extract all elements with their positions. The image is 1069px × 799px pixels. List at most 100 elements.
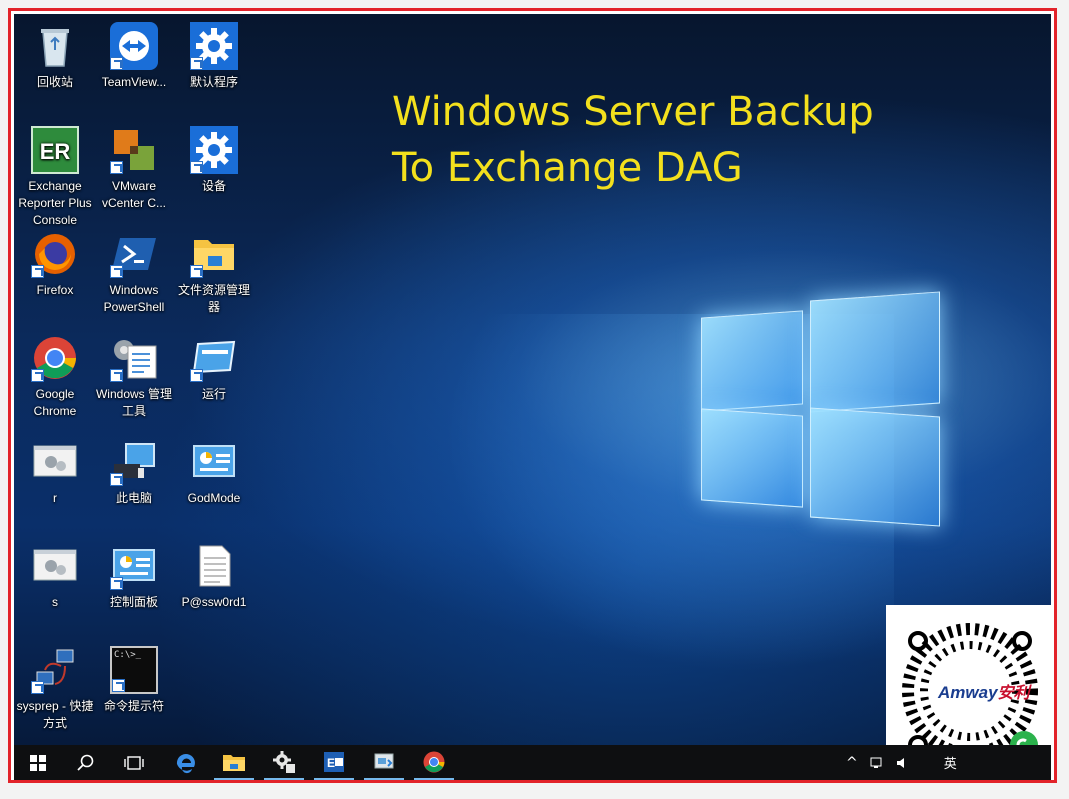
desktop-icon-default-programs[interactable]: 默认程序 bbox=[174, 22, 254, 91]
desktop-icon-sysprep[interactable]: sysprep - 快捷方式 bbox=[15, 646, 95, 732]
desktop-icon-label: P@ssw0rd1 bbox=[181, 595, 247, 609]
shortcut-arrow-icon bbox=[110, 265, 123, 278]
desktop-icon-label: 回收站 bbox=[36, 75, 73, 89]
wallpaper-logo-pane-tl bbox=[701, 310, 803, 412]
search-button[interactable] bbox=[66, 745, 106, 780]
chrome-icon bbox=[31, 334, 79, 382]
desktop-icon-label: Exchange Reporter Plus Console bbox=[18, 179, 92, 227]
backup-icon bbox=[374, 753, 394, 768]
powershell-icon bbox=[110, 230, 158, 278]
desktop-icon-label: VMware vCenter C... bbox=[101, 179, 167, 210]
show-hidden-icons-chevron-up-icon[interactable]: ^ bbox=[840, 755, 864, 771]
screenshot-frame: Windows Server Backup To Exchange DAG 回收… bbox=[8, 8, 1057, 783]
desktop-icon-label: r bbox=[53, 491, 57, 505]
taskbar-server-manager[interactable] bbox=[264, 745, 304, 780]
shortcut-arrow-icon bbox=[110, 369, 123, 382]
desktop-icon-godmode[interactable]: GodMode bbox=[174, 438, 254, 507]
desktop[interactable]: Windows Server Backup To Exchange DAG 回收… bbox=[14, 14, 1051, 745]
amway-logo: Amway安利 bbox=[938, 679, 1030, 703]
task-view-icon bbox=[124, 755, 144, 770]
desktop-icon-label: 命令提示符 bbox=[103, 699, 164, 713]
desktop-icon-run[interactable]: 运行 bbox=[174, 334, 254, 403]
windows-start-icon bbox=[30, 754, 46, 771]
desktop-icon-command-prompt[interactable]: C:\>_ 命令提示符 bbox=[94, 646, 174, 715]
computer-icon bbox=[110, 438, 158, 486]
desktop-icon-windows-admin-tools[interactable]: Windows 管理工具 bbox=[94, 334, 174, 420]
teamviewer-icon bbox=[110, 22, 158, 70]
desktop-icon-windows-powershell[interactable]: Windows PowerShell bbox=[94, 230, 174, 316]
desktop-icon-label: Google Chrome bbox=[33, 387, 77, 418]
firefox-icon bbox=[31, 230, 79, 278]
gear-icon bbox=[190, 126, 238, 174]
server-manager-icon bbox=[273, 750, 295, 773]
vmware-icon bbox=[110, 126, 158, 174]
desktop-icon-this-pc[interactable]: 此电脑 bbox=[94, 438, 174, 507]
search-icon bbox=[77, 754, 94, 771]
title-line-1: Windows Server Backup bbox=[392, 89, 874, 135]
desktop-icon-devices[interactable]: 设备 bbox=[174, 126, 254, 195]
folder-icon bbox=[190, 230, 238, 278]
exchange-reporter-icon: ER bbox=[31, 126, 79, 174]
desktop-icon-file-explorer[interactable]: 文件资源管理器 bbox=[174, 230, 254, 316]
taskbar-exchange-shell[interactable]: E bbox=[314, 745, 354, 780]
batch-file-icon bbox=[31, 542, 79, 590]
desktop-icon-label: Firefox bbox=[36, 283, 74, 297]
control-panel-icon bbox=[190, 438, 238, 486]
shortcut-arrow-icon bbox=[190, 161, 203, 174]
amway-logo-text: Amway bbox=[938, 683, 998, 702]
desktop-icon-vmware-vcenter[interactable]: VMware vCenter C... bbox=[94, 126, 174, 212]
desktop-icon-label: sysprep - 快捷方式 bbox=[16, 699, 94, 730]
network-icon[interactable] bbox=[870, 756, 886, 770]
file-explorer-icon bbox=[223, 754, 245, 771]
chrome-icon bbox=[423, 751, 445, 772]
shortcut-arrow-icon bbox=[190, 265, 203, 278]
desktop-icon-label: s bbox=[52, 595, 58, 609]
desktop-icon-label: 此电脑 bbox=[115, 491, 152, 505]
taskbar: E ^ 英 bbox=[14, 745, 1051, 780]
shortcut-arrow-icon bbox=[31, 681, 44, 694]
taskbar-edge[interactable] bbox=[166, 745, 206, 780]
input-method-indicator[interactable]: 英 bbox=[944, 753, 957, 772]
task-view-button[interactable] bbox=[114, 745, 154, 780]
desktop-icon-label: 控制面板 bbox=[109, 595, 158, 609]
volume-icon[interactable] bbox=[896, 756, 910, 770]
wallpaper-logo-pane-br bbox=[810, 407, 940, 527]
shortcut-arrow-icon bbox=[110, 577, 123, 590]
edge-icon bbox=[176, 753, 195, 773]
desktop-icon-firefox[interactable]: Firefox bbox=[15, 230, 95, 299]
desktop-icon-control-panel[interactable]: 控制面板 bbox=[94, 542, 174, 611]
desktop-icon-label: TeamView... bbox=[101, 75, 167, 89]
desktop-icon-label: GodMode bbox=[187, 491, 241, 505]
batch-file-icon bbox=[31, 438, 79, 486]
desktop-icon-recycle-bin[interactable]: 回收站 bbox=[15, 22, 95, 91]
taskbar-backup[interactable] bbox=[364, 745, 404, 780]
shortcut-arrow-icon bbox=[31, 265, 44, 278]
desktop-icon-label: 默认程序 bbox=[189, 75, 238, 89]
desktop-icon-label: 运行 bbox=[201, 387, 226, 401]
start-button[interactable] bbox=[18, 745, 58, 780]
desktop-icon-teamviewer[interactable]: TeamView... bbox=[94, 22, 174, 91]
system-tray: ^ 英 bbox=[840, 745, 957, 780]
title-line-2: To Exchange DAG bbox=[392, 145, 743, 191]
qr-pattern bbox=[902, 623, 1038, 745]
shortcut-arrow-icon bbox=[110, 161, 123, 174]
cmd-glyph-text: C:\>_ bbox=[114, 650, 142, 660]
amway-logo-cn: 安利 bbox=[997, 685, 1030, 702]
wallpaper-logo-pane-bl bbox=[701, 408, 803, 508]
taskbar-file-explorer[interactable] bbox=[214, 745, 254, 780]
taskbar-chrome[interactable] bbox=[414, 745, 454, 780]
admin-tools-icon bbox=[110, 334, 158, 382]
shortcut-arrow-icon bbox=[110, 57, 123, 70]
desktop-icon-exchange-reporter[interactable]: ER Exchange Reporter Plus Console bbox=[15, 126, 95, 229]
gear-icon bbox=[190, 22, 238, 70]
cmd-icon: C:\>_ bbox=[110, 646, 158, 694]
network-computers-icon bbox=[31, 646, 79, 694]
svg-text:E: E bbox=[327, 756, 335, 770]
desktop-icon-google-chrome[interactable]: Google Chrome bbox=[15, 334, 95, 420]
text-file-icon bbox=[190, 542, 238, 590]
desktop-icon-label: Windows 管理工具 bbox=[95, 387, 172, 418]
desktop-icon-password-file[interactable]: P@ssw0rd1 bbox=[174, 542, 254, 611]
shortcut-arrow-icon bbox=[31, 369, 44, 382]
desktop-icon-s[interactable]: s bbox=[15, 542, 95, 611]
desktop-icon-r[interactable]: r bbox=[15, 438, 95, 507]
